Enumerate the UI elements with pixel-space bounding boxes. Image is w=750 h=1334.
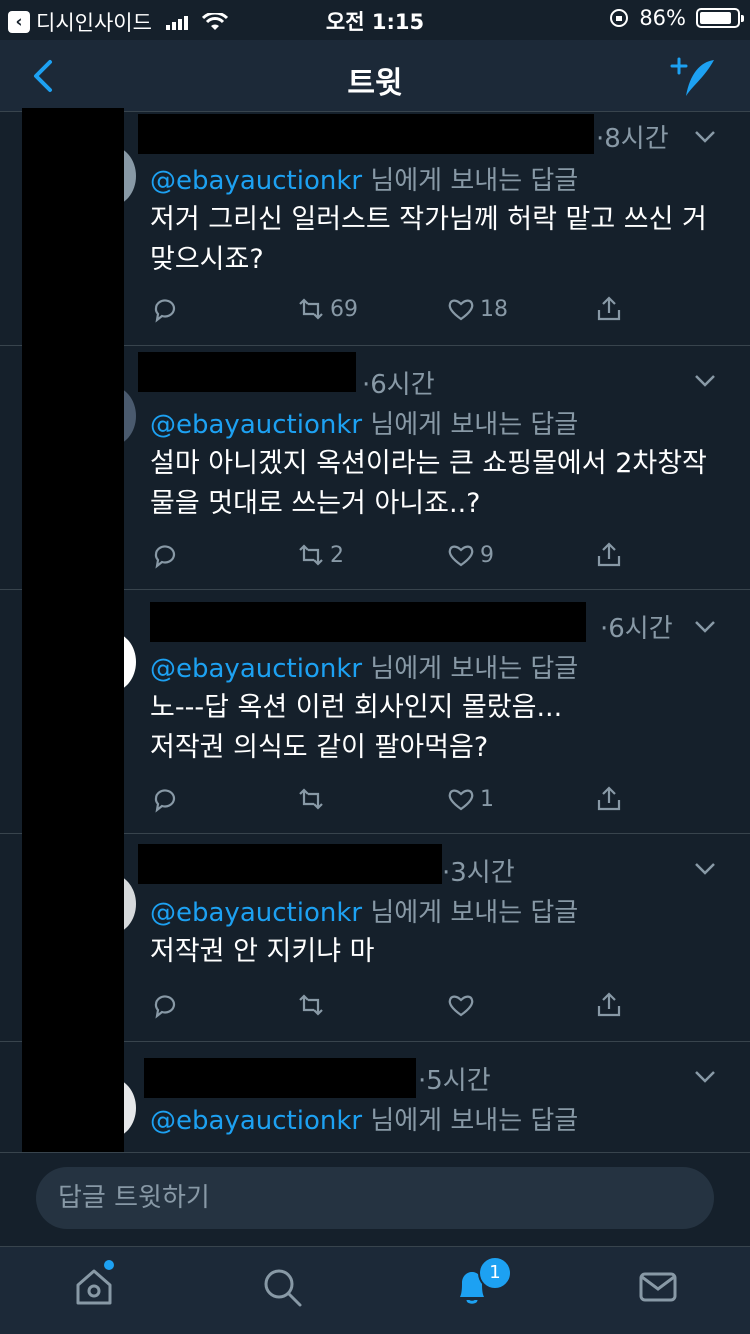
reply-handle[interactable]: @ebayauctionkr <box>150 898 362 928</box>
like-button[interactable]: 1 <box>446 784 494 814</box>
retweet-button[interactable]: 69 <box>296 294 358 324</box>
home-icon[interactable] <box>72 1265 116 1309</box>
retweet-icon <box>299 994 323 1016</box>
reply-suffix: 님에게 보내는 답글 <box>362 654 579 684</box>
bottom-tab-bar <box>0 1246 750 1334</box>
share-button[interactable] <box>594 540 624 570</box>
retweet-button[interactable] <box>296 784 330 814</box>
status-bar: ‹ 디시인사이드 오전 1:15 86% <box>0 0 750 40</box>
reply-icon <box>154 995 176 1019</box>
reply-composer <box>0 1152 750 1246</box>
reply-icon <box>154 299 176 323</box>
reply-handle[interactable]: @ebayauctionkr <box>150 410 362 440</box>
reply-suffix: 님에게 보내는 답글 <box>362 1106 579 1136</box>
tweet-text: 저작권 안 지키냐 마 <box>150 936 375 967</box>
reply-handle[interactable]: @ebayauctionkr <box>150 166 362 196</box>
like-button[interactable]: 9 <box>446 540 494 570</box>
reply-button[interactable] <box>150 990 180 1020</box>
chevron-down-icon[interactable] <box>694 1070 716 1084</box>
retweet-icon <box>299 544 323 566</box>
replying-to: @ebayauctionkr 님에게 보내는 답글 <box>150 892 578 929</box>
replying-to: @ebayauctionkr 님에게 보내는 답글 <box>150 404 578 441</box>
chevron-down-icon[interactable] <box>694 374 716 388</box>
tweet-text: 노---답 옥션 이런 회사인지 몰랐음... 저작권 의식도 같이 팔아먹음? <box>150 692 563 763</box>
chevron-down-icon[interactable] <box>694 130 716 144</box>
heart-icon <box>448 299 474 321</box>
heart-icon <box>448 995 474 1017</box>
redacted-username <box>138 114 594 154</box>
tweet-actions: 1 <box>150 784 630 820</box>
search-icon[interactable] <box>260 1265 304 1309</box>
reply-button[interactable] <box>150 294 180 324</box>
like-count: 18 <box>480 296 508 322</box>
tweet-actions: 2 9 <box>150 540 630 576</box>
reply-suffix: 님에게 보내는 답글 <box>362 898 579 928</box>
tweet-actions <box>150 990 630 1026</box>
reply-icon <box>154 789 176 813</box>
heart-icon <box>448 545 474 567</box>
tweet-time: ·8시간 <box>596 124 669 154</box>
reply-handle[interactable]: @ebayauctionkr <box>150 654 362 684</box>
like-count: 1 <box>480 786 494 812</box>
nav-bar: 트윗 <box>0 40 750 112</box>
replying-to: @ebayauctionkr 님에게 보내는 답글 <box>150 648 578 685</box>
replying-to: @ebayauctionkr 님에게 보내는 답글 <box>150 160 578 197</box>
tweet-time: ·6시간 <box>600 614 673 644</box>
page-title: 트윗 <box>347 66 403 101</box>
retweet-count: 69 <box>330 296 358 322</box>
replying-to: @ebayauctionkr 님에게 보내는 답글 <box>150 1100 578 1137</box>
reply-handle[interactable]: @ebayauctionkr <box>150 1106 362 1136</box>
share-icon <box>597 542 621 567</box>
like-button[interactable] <box>446 990 480 1020</box>
like-button[interactable]: 18 <box>446 294 508 324</box>
retweet-count: 2 <box>330 542 344 568</box>
like-count: 9 <box>480 542 494 568</box>
share-button[interactable] <box>594 990 624 1020</box>
reply-suffix: 님에게 보내는 답글 <box>362 410 579 440</box>
retweet-button[interactable] <box>296 990 330 1020</box>
share-button[interactable] <box>594 294 624 324</box>
redacted-username <box>138 844 442 884</box>
redaction-block <box>22 108 124 1154</box>
share-icon <box>597 786 621 811</box>
tweet-time: ·3시간 <box>442 858 515 888</box>
share-icon <box>597 296 621 321</box>
reply-input[interactable] <box>36 1167 714 1229</box>
tweet-time: ·6시간 <box>362 370 435 400</box>
notifications-badge: 1 <box>478 1256 512 1290</box>
tweet-text: 저거 그리신 일러스트 작가님께 허락 맡고 쓰신 거 맞으시죠? <box>150 204 707 275</box>
home-new-indicator <box>104 1260 114 1270</box>
orientation-lock-icon <box>610 9 629 27</box>
reply-suffix: 님에게 보내는 답글 <box>362 166 579 196</box>
retweet-icon <box>299 788 323 810</box>
retweet-icon <box>299 298 323 320</box>
tweet-actions: 69 18 <box>150 294 630 330</box>
compose-tweet-icon[interactable] <box>670 54 720 100</box>
messages-icon[interactable] <box>636 1265 680 1309</box>
redacted-username <box>144 1058 416 1098</box>
share-button[interactable] <box>594 784 624 814</box>
reply-button[interactable] <box>150 784 180 814</box>
tweet-time: ·5시간 <box>418 1066 491 1096</box>
chevron-down-icon[interactable] <box>694 862 716 876</box>
reply-button[interactable] <box>150 540 180 570</box>
tweet-text: 설마 아니겠지 옥션이라는 큰 쇼핑몰에서 2차창작 물을 멋대로 쓰는거 아니… <box>150 448 707 519</box>
battery-icon <box>696 8 744 28</box>
battery-percent: 86% <box>639 6 686 30</box>
redacted-username <box>138 352 356 392</box>
heart-icon <box>448 789 474 811</box>
retweet-button[interactable]: 2 <box>296 540 344 570</box>
reply-icon <box>154 545 176 569</box>
redacted-username <box>150 602 586 642</box>
chevron-down-icon[interactable] <box>694 620 716 634</box>
share-icon <box>597 992 621 1017</box>
